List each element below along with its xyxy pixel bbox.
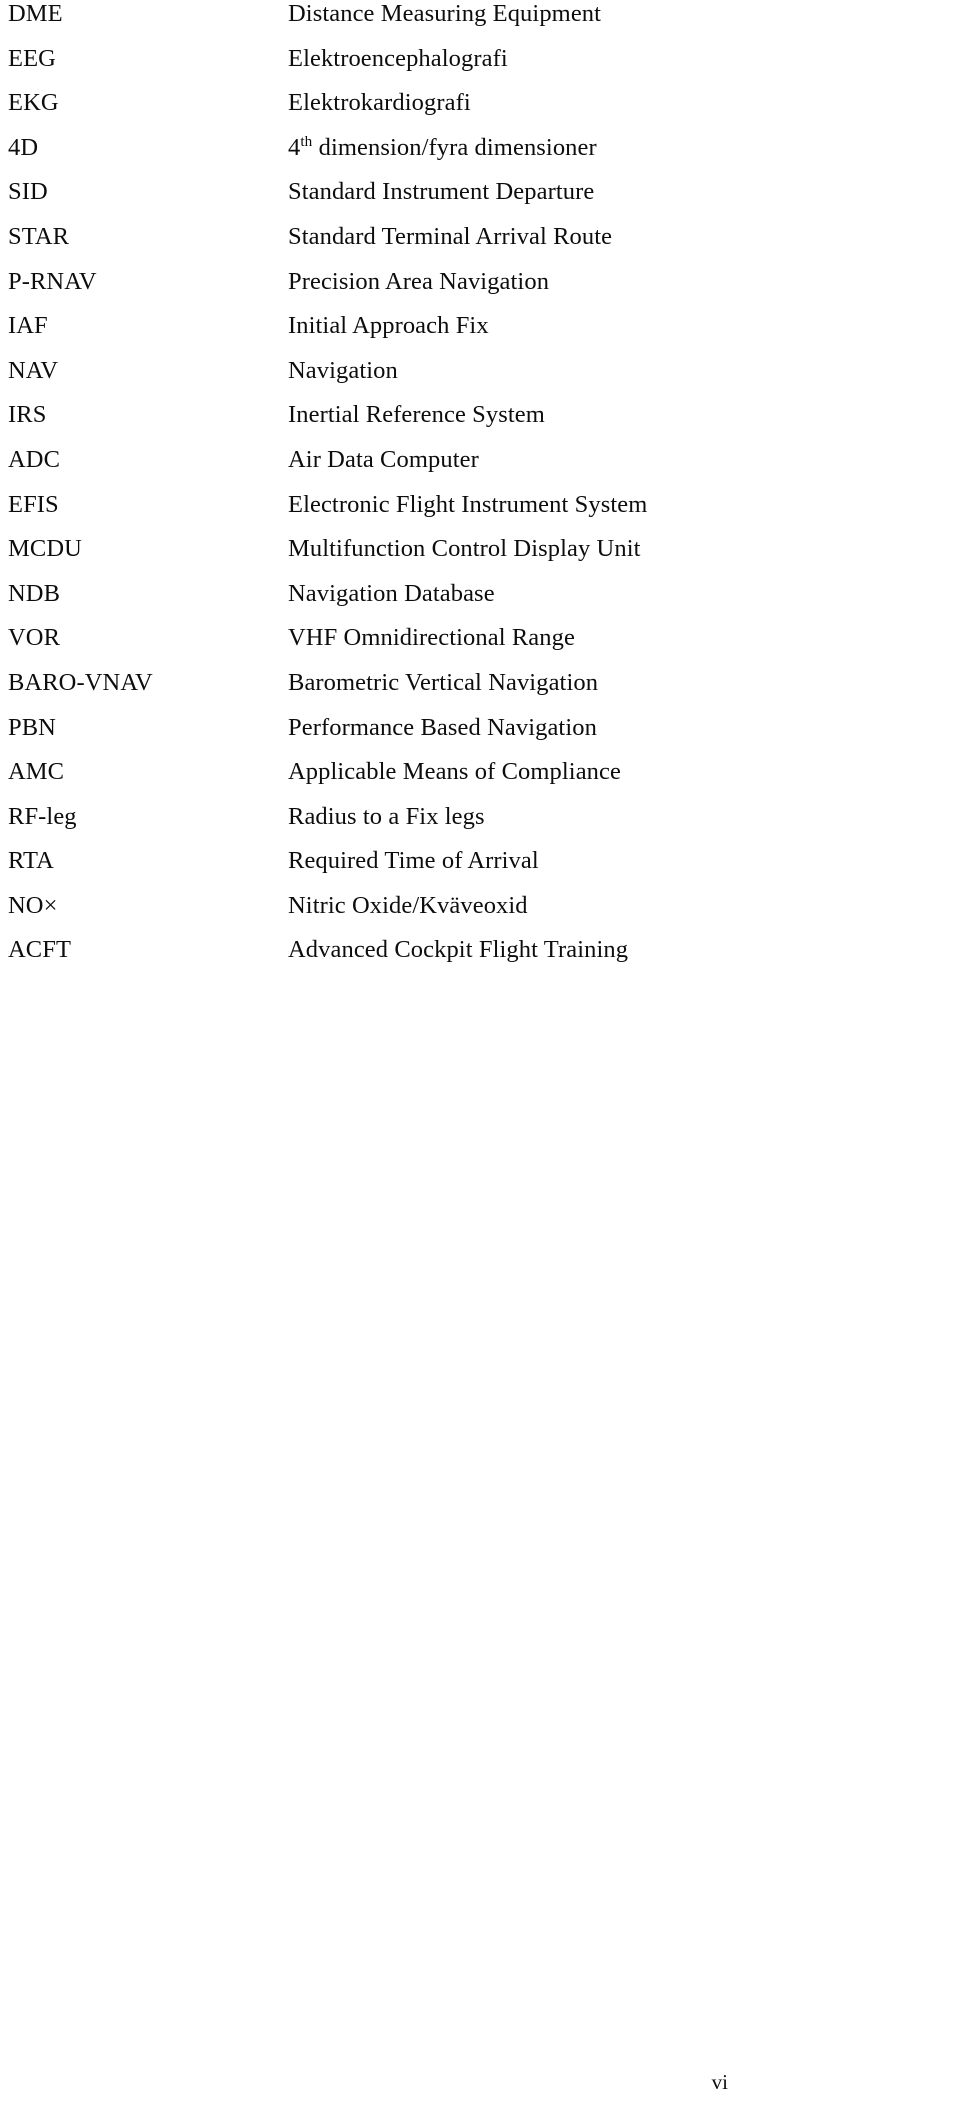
abbreviation-row: NAV Navigation [0, 357, 960, 402]
abbreviation-row: AMC Applicable Means of Compliance [0, 758, 960, 803]
abbreviation-definition: Nitric Oxide/Kväveoxid [288, 891, 528, 919]
abbreviation-term: IRS [8, 401, 47, 429]
abbreviation-definition: Navigation Database [288, 579, 495, 607]
abbreviation-term: DME [8, 0, 63, 27]
abbreviation-term: IAF [8, 312, 48, 340]
abbreviation-list: DME Distance Measuring Equipment EEG Elektr… [0, 0, 960, 981]
abbreviation-definition: Barometric Vertical Navigation [288, 668, 599, 696]
definition-superscript: th [300, 132, 313, 150]
abbreviation-row: NO× Nitric Oxide/Kväveoxid [0, 892, 960, 937]
abbreviation-definition: VHF Omnidirectional Range [288, 624, 575, 652]
abbreviation-row: DME Distance Measuring Equipment [0, 0, 960, 45]
abbreviation-row: ADC Air Data Computer [0, 446, 960, 491]
abbreviation-term: 4D [8, 133, 39, 161]
abbreviation-row: IAF Initial Approach Fix [0, 312, 960, 357]
abbreviation-definition: Standard Instrument Departure [288, 178, 595, 206]
abbreviation-term: STAR [8, 222, 70, 250]
abbreviation-term: RF-leg [8, 802, 77, 830]
abbreviation-row: SID Standard Instrument Departure [0, 178, 960, 223]
abbreviation-definition: Multifunction Control Display Unit [288, 535, 641, 563]
abbreviation-row: EEG Elektroencephalografi [0, 45, 960, 90]
abbreviation-definition: Performance Based Navigation [288, 713, 597, 741]
abbreviation-term: ADC [8, 445, 61, 473]
abbreviation-term: EFIS [8, 490, 59, 518]
abbreviation-term: NO× [8, 891, 58, 919]
abbreviation-term: AMC [8, 758, 65, 786]
abbreviation-term: SID [8, 178, 48, 206]
abbreviation-term: PBN [8, 713, 56, 741]
abbreviation-row: EKG Elektrokardiografi [0, 89, 960, 134]
abbreviation-definition: Electronic Flight Instrument System [288, 490, 648, 518]
abbreviation-term: NDB [8, 579, 61, 607]
abbreviation-definition: Advanced Cockpit Flight Training [288, 936, 629, 964]
abbreviation-term: MCDU [8, 535, 82, 563]
abbreviation-term: RTA [8, 847, 54, 875]
abbreviation-definition: Navigation [288, 356, 398, 384]
abbreviation-term: EKG [8, 89, 59, 117]
abbreviation-definition: Initial Approach Fix [288, 312, 489, 340]
abbreviation-definition: Air Data Computer [288, 445, 479, 473]
abbreviation-term: NAV [8, 356, 59, 384]
abbreviation-row: STAR Standard Terminal Arrival Route [0, 223, 960, 268]
abbreviation-term: P-RNAV [8, 267, 97, 295]
abbreviation-row: BARO-VNAV Barometric Vertical Navigation [0, 669, 960, 714]
abbreviation-row: EFIS Electronic Flight Instrument System [0, 491, 960, 536]
abbreviation-row: VOR VHF Omnidirectional Range [0, 624, 960, 669]
abbreviation-definition: Standard Terminal Arrival Route [288, 222, 613, 250]
abbreviation-definition: Applicable Means of Compliance [288, 758, 621, 786]
abbreviation-definition: Elektrokardiografi [288, 89, 471, 117]
abbreviation-row: NDB Navigation Database [0, 580, 960, 625]
abbreviation-definition: Required Time of Arrival [288, 847, 539, 875]
abbreviation-term: ACFT [8, 936, 72, 964]
abbreviation-row: ACFT Advanced Cockpit Flight Training [0, 936, 960, 981]
abbreviation-definition: Precision Area Navigation [288, 267, 550, 295]
abbreviation-row: P-RNAV Precision Area Navigation [0, 268, 960, 313]
abbreviation-definition: Elektroencephalografi [288, 44, 508, 72]
definition-base: 4 [288, 133, 301, 161]
abbreviation-row: RTA Required Time of Arrival [0, 847, 960, 892]
abbreviation-row: PBN Performance Based Navigation [0, 714, 960, 759]
document-page: DME Distance Measuring Equipment EEG Elektr… [0, 0, 960, 2112]
abbreviation-row: 4D 4th dimension/fyra dimensioner [0, 134, 960, 179]
abbreviation-term: BARO-VNAV [8, 668, 153, 696]
abbreviation-row: IRS Inertial Reference System [0, 401, 960, 446]
abbreviation-definition: Radius to a Fix legs [288, 802, 485, 830]
abbreviation-definition: Inertial Reference System [288, 401, 545, 429]
abbreviation-term: VOR [8, 624, 61, 652]
abbreviation-definition: Distance Measuring Equipment [288, 0, 602, 27]
abbreviation-row: MCDU Multifunction Control Display Unit [0, 535, 960, 580]
abbreviation-term: EEG [8, 44, 56, 72]
abbreviation-row: RF-leg Radius to a Fix legs [0, 803, 960, 848]
page-number: vi [711, 2070, 728, 2094]
abbreviation-definition: 4th dimension/fyra dimensioner [288, 134, 597, 162]
definition-rest: dimension/fyra dimensioner [312, 133, 597, 161]
